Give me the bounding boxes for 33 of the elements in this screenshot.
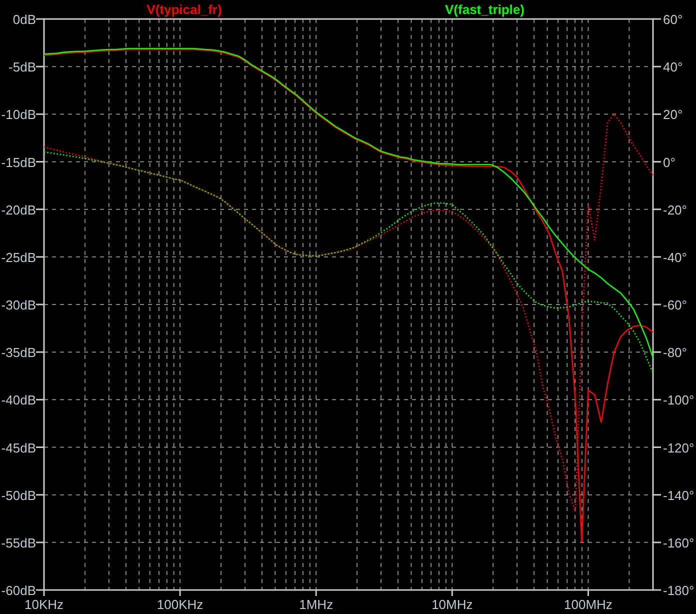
axis-label: -60° bbox=[663, 298, 687, 312]
axis-label: -140° bbox=[663, 488, 694, 503]
axis-label: -100° bbox=[663, 392, 694, 408]
axis-label: -20dB bbox=[1, 202, 36, 218]
axis-label: -40dB bbox=[1, 392, 36, 408]
axis-label: -10dB bbox=[1, 107, 36, 122]
axis-label: -55dB bbox=[1, 535, 36, 550]
axis-label: 0° bbox=[663, 154, 676, 170]
axis-label: -40° bbox=[663, 250, 687, 265]
axis-label: -35dB bbox=[1, 345, 36, 360]
axis-label: -180° bbox=[663, 583, 694, 598]
axis-label: 10MHz bbox=[432, 597, 473, 612]
axis-label: -45dB bbox=[1, 440, 36, 456]
axis-label: 40° bbox=[663, 60, 683, 75]
axis-label: -60dB bbox=[1, 583, 36, 598]
axis-label: -80° bbox=[663, 345, 687, 360]
axis-label: -5dB bbox=[8, 60, 36, 75]
axis-label: 10KHz bbox=[24, 597, 64, 612]
axis-label: 60° bbox=[663, 12, 683, 27]
axis-label: -50dB bbox=[1, 488, 36, 503]
axis-label: 1MHz bbox=[299, 597, 334, 612]
axis-label: -160° bbox=[663, 535, 694, 550]
axis-label: 100KHz bbox=[156, 597, 204, 612]
axis-label: -30dB bbox=[1, 298, 36, 312]
axis-label: -25dB bbox=[1, 250, 36, 265]
axis-label: -15dB bbox=[1, 154, 36, 170]
axis-label: 0dB bbox=[12, 12, 36, 27]
axis-label: 100MHz bbox=[564, 597, 612, 612]
axis-label: 20° bbox=[663, 107, 683, 122]
legend-label: V(fast_triple) bbox=[445, 2, 524, 17]
legend-label: V(typical_fr) bbox=[146, 2, 222, 17]
axis-label: -120° bbox=[663, 440, 694, 456]
axis-label: -20° bbox=[663, 202, 687, 218]
